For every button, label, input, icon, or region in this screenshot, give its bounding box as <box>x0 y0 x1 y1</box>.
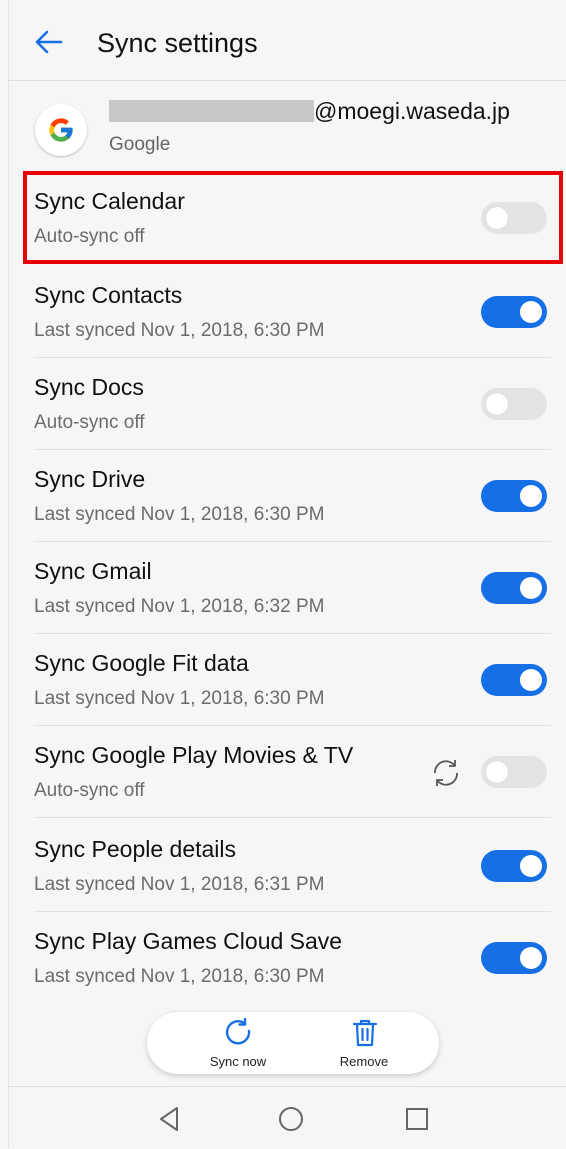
sync-item-label: Sync Contacts <box>34 282 183 308</box>
sync-item-label: Sync People details <box>34 836 237 862</box>
toggle-knob <box>486 393 508 415</box>
nav-recents-icon[interactable] <box>401 1103 433 1135</box>
app-bar: Sync settings <box>9 0 566 81</box>
nav-home-icon[interactable] <box>275 1103 307 1135</box>
sync-item-docs[interactable]: Sync Docs Auto-sync off <box>9 358 566 450</box>
account-header: @moegi.waseda.jp Google <box>9 80 566 170</box>
sync-item-label: Sync Calendar <box>34 188 185 214</box>
sync-item-people-details[interactable]: Sync People details Last synced Nov 1, 2… <box>9 820 566 912</box>
sync-toggle[interactable] <box>481 756 547 788</box>
sync-item-status: Auto-sync off <box>34 780 145 801</box>
google-logo-icon <box>35 104 87 156</box>
sync-item-calendar[interactable]: Sync Calendar Auto-sync off <box>9 172 566 264</box>
sync-toggle[interactable] <box>481 388 547 420</box>
sync-item-status: Auto-sync off <box>34 226 145 247</box>
toggle-knob <box>486 761 508 783</box>
sync-item-label: Sync Play Games Cloud Save <box>34 928 343 954</box>
row-divider <box>34 817 551 818</box>
toggle-knob <box>520 485 542 507</box>
sync-item-gmail[interactable]: Sync Gmail Last synced Nov 1, 2018, 6:32… <box>9 542 566 634</box>
sync-now-button[interactable]: Sync now <box>183 1016 293 1072</box>
sync-item-status: Last synced Nov 1, 2018, 6:31 PM <box>34 874 325 895</box>
bottom-action-bar: Sync now Remove <box>147 1012 439 1074</box>
account-type: Google <box>109 134 171 155</box>
sync-item-status: Last synced Nov 1, 2018, 6:30 PM <box>34 320 325 341</box>
page-title: Sync settings <box>97 28 258 58</box>
toggle-knob <box>520 855 542 877</box>
sync-item-label: Sync Google Play Movies & TV <box>34 742 354 768</box>
toggle-knob <box>520 301 542 323</box>
sync-toggle[interactable] <box>481 572 547 604</box>
remove-label: Remove <box>339 1054 389 1069</box>
remove-button[interactable]: Remove <box>309 1016 419 1072</box>
redacted-email-block <box>109 100 314 122</box>
sync-now-label: Sync now <box>209 1054 267 1069</box>
toggle-knob <box>486 207 508 229</box>
sync-toggle[interactable] <box>481 296 547 328</box>
toggle-knob <box>520 577 542 599</box>
sync-toggle[interactable] <box>481 850 547 882</box>
sync-settings-screen: Sync settings @moegi.waseda.jp Google Sy… <box>8 0 566 1149</box>
sync-spinner-icon <box>429 756 463 790</box>
sync-item-play-movies[interactable]: Sync Google Play Movies & TV Auto-sync o… <box>9 726 566 818</box>
sync-item-label: Sync Gmail <box>34 558 152 584</box>
sync-toggle[interactable] <box>481 664 547 696</box>
sync-toggle[interactable] <box>481 942 547 974</box>
sync-now-icon <box>225 1018 251 1045</box>
system-nav-bar <box>9 1086 566 1149</box>
sync-toggle[interactable] <box>481 480 547 512</box>
back-arrow-icon[interactable] <box>31 24 67 60</box>
sync-item-play-games[interactable]: Sync Play Games Cloud Save Last synced N… <box>9 912 566 1004</box>
sync-item-label: Sync Google Fit data <box>34 650 249 676</box>
sync-item-drive[interactable]: Sync Drive Last synced Nov 1, 2018, 6:30… <box>9 450 566 542</box>
sync-item-status: Auto-sync off <box>34 412 145 433</box>
toggle-knob <box>520 947 542 969</box>
toggle-knob <box>520 669 542 691</box>
trash-icon <box>352 1019 378 1047</box>
sync-item-google-fit[interactable]: Sync Google Fit data Last synced Nov 1, … <box>9 634 566 726</box>
sync-item-label: Sync Drive <box>34 466 146 492</box>
account-email: @moegi.waseda.jp <box>314 98 510 124</box>
nav-back-icon[interactable] <box>153 1103 185 1135</box>
sync-item-status: Last synced Nov 1, 2018, 6:32 PM <box>34 596 325 617</box>
sync-toggle[interactable] <box>481 202 547 234</box>
sync-item-contacts[interactable]: Sync Contacts Last synced Nov 1, 2018, 6… <box>9 266 566 358</box>
sync-item-status: Last synced Nov 1, 2018, 6:30 PM <box>34 504 325 525</box>
sync-item-status: Last synced Nov 1, 2018, 6:30 PM <box>34 688 325 709</box>
sync-item-status: Last synced Nov 1, 2018, 6:30 PM <box>34 966 325 987</box>
sync-item-label: Sync Docs <box>34 374 144 400</box>
